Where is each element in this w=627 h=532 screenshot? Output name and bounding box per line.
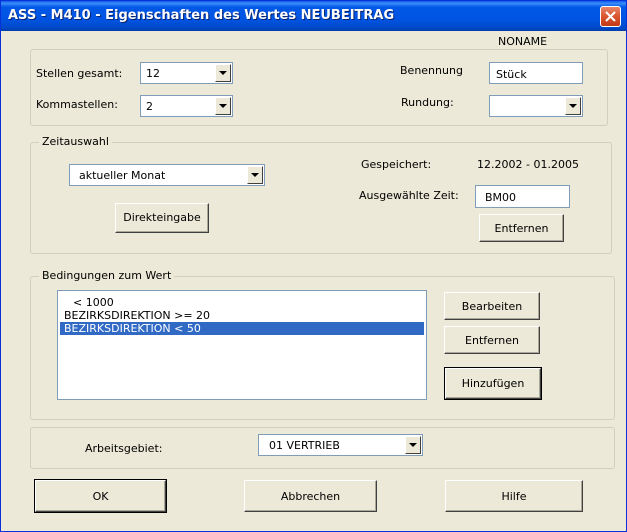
hilfe-label: Hilfe — [501, 490, 527, 503]
ausgewaehlt-value: BM00 — [485, 191, 517, 204]
rundung-label: Rundung: — [401, 96, 454, 109]
kommastellen-value: 2 — [146, 100, 153, 113]
close-icon — [605, 11, 616, 22]
zeit-entfernen-label: Entfernen — [494, 222, 549, 235]
list-item[interactable]: < 1000 — [60, 296, 424, 309]
list-item[interactable]: BEZIRKSDIREKTION >= 20 — [60, 309, 424, 322]
hinzufuegen-label: Hinzufügen — [461, 377, 525, 390]
kommastellen-combo[interactable]: 2 — [140, 95, 233, 117]
dialog-window: ASS - M410 - Eigenschaften des Wertes NE… — [0, 0, 627, 532]
chevron-down-icon[interactable] — [247, 166, 263, 184]
bedingung-entfernen-button[interactable]: Entfernen — [444, 326, 540, 354]
benennung-field[interactable]: Stück — [489, 62, 583, 84]
bedingungen-legend: Bedingungen zum Wert — [39, 269, 175, 282]
gespeichert-label: Gespeichert: — [361, 158, 432, 171]
abbrechen-label: Abbrechen — [280, 490, 341, 503]
chevron-down-icon[interactable] — [565, 97, 581, 115]
stellen-combo[interactable]: 12 — [140, 62, 233, 84]
window-title: ASS - M410 - Eigenschaften des Wertes NE… — [8, 8, 395, 23]
arbeitsgebiet-label: Arbeitsgebiet: — [85, 442, 163, 455]
rundung-combo[interactable] — [489, 95, 583, 117]
period-value: aktueller Monat — [79, 169, 166, 182]
list-item-selected[interactable]: BEZIRKSDIREKTION < 50 — [60, 322, 424, 335]
bedingung-entfernen-label: Entfernen — [465, 334, 519, 347]
noname-label: NONAME — [498, 35, 548, 48]
period-combo[interactable]: aktueller Monat — [69, 164, 265, 186]
stellen-value: 12 — [146, 67, 160, 80]
chevron-down-icon[interactable] — [405, 436, 421, 454]
direkteingabe-label: Direkteingabe — [123, 211, 201, 224]
gespeichert-value: 12.2002 - 01.2005 — [477, 158, 579, 171]
hilfe-button[interactable]: Hilfe — [445, 480, 583, 512]
bearbeiten-button[interactable]: Bearbeiten — [444, 292, 540, 320]
bedingungen-list[interactable]: < 1000 BEZIRKSDIREKTION >= 20 BEZIRKSDIR… — [57, 290, 427, 400]
kommastellen-label: Kommastellen: — [36, 98, 118, 111]
zeitauswahl-legend: Zeitauswahl — [39, 135, 112, 148]
arbeitsgebiet-value: 01 VERTRIEB — [269, 439, 340, 452]
stellen-label: Stellen gesamt: — [36, 67, 123, 80]
direkteingabe-button[interactable]: Direkteingabe — [115, 203, 209, 233]
benennung-value: Stück — [496, 68, 527, 81]
bearbeiten-label: Bearbeiten — [461, 300, 523, 313]
close-button[interactable] — [600, 6, 621, 27]
chevron-down-icon[interactable] — [215, 97, 231, 115]
ok-button[interactable]: OK — [34, 479, 167, 513]
abbrechen-button[interactable]: Abbrechen — [244, 480, 377, 512]
title-bar[interactable]: ASS - M410 - Eigenschaften des Wertes NE… — [1, 1, 626, 31]
ausgewaehlt-field[interactable]: BM00 — [475, 185, 570, 208]
benennung-label: Benennung — [400, 64, 463, 77]
ok-label: OK — [92, 490, 109, 503]
ausgewaehlt-label: Ausgewählte Zeit: — [359, 189, 459, 202]
hinzufuegen-button[interactable]: Hinzufügen — [444, 367, 542, 400]
chevron-down-icon[interactable] — [215, 64, 231, 82]
zeit-entfernen-button[interactable]: Entfernen — [479, 214, 564, 242]
arbeitsgebiet-combo[interactable]: 01 VERTRIEB — [258, 434, 423, 456]
